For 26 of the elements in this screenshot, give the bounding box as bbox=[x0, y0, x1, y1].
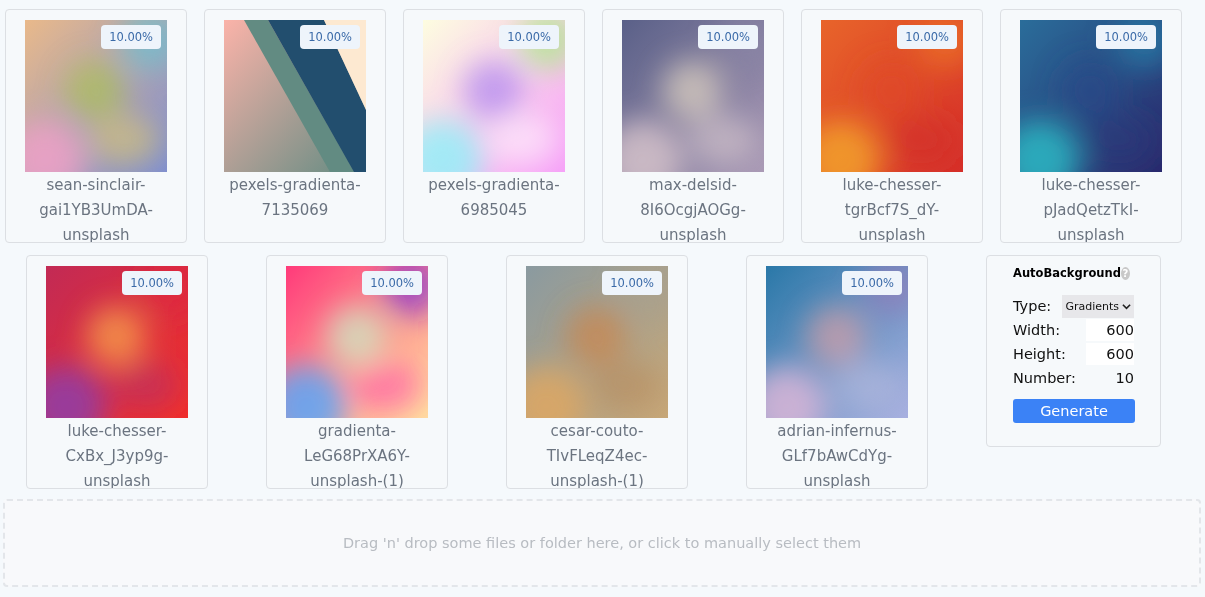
percentage-badge: 10.00% bbox=[300, 25, 360, 49]
percentage-badge: 10.00% bbox=[698, 25, 758, 49]
percentage-badge: 10.00% bbox=[602, 271, 662, 295]
file-name: pexels-gradienta-6985045 bbox=[427, 175, 561, 221]
image-card[interactable]: 10.00% pexels-gradienta-7135069 bbox=[204, 9, 386, 243]
percentage-badge: 10.00% bbox=[897, 25, 957, 49]
percentage-badge: 10.00% bbox=[122, 271, 182, 295]
dropzone-hint: Drag 'n' drop some files or folder here, or click to manually select them bbox=[342, 535, 862, 551]
panel-title: AutoBackground bbox=[1013, 266, 1121, 280]
field-label: Number: bbox=[1013, 370, 1076, 386]
percentage-badge: 10.00% bbox=[101, 25, 161, 49]
chevron-down-icon bbox=[1122, 301, 1131, 311]
field-label: Height: bbox=[1013, 346, 1066, 362]
percentage-badge: 10.00% bbox=[842, 271, 902, 295]
number-field[interactable]: 600 bbox=[1086, 343, 1134, 365]
number-field[interactable]: 600 bbox=[1086, 319, 1134, 341]
type-dropdown[interactable]: Gradients bbox=[1062, 294, 1134, 318]
file-name: pexels-gradienta-7135069 bbox=[228, 175, 362, 221]
image-card[interactable]: 10.00% pexels-gradienta-6985045 bbox=[403, 9, 585, 243]
generate-button[interactable]: Generate bbox=[1013, 399, 1135, 423]
percentage-badge: 10.00% bbox=[1096, 25, 1156, 49]
percentage-badge: 10.00% bbox=[362, 271, 422, 295]
field-label: Width: bbox=[1013, 322, 1060, 338]
percentage-badge: 10.00% bbox=[499, 25, 559, 49]
number-field[interactable]: 10 bbox=[1086, 367, 1134, 389]
field-label: Type: bbox=[1013, 298, 1052, 314]
